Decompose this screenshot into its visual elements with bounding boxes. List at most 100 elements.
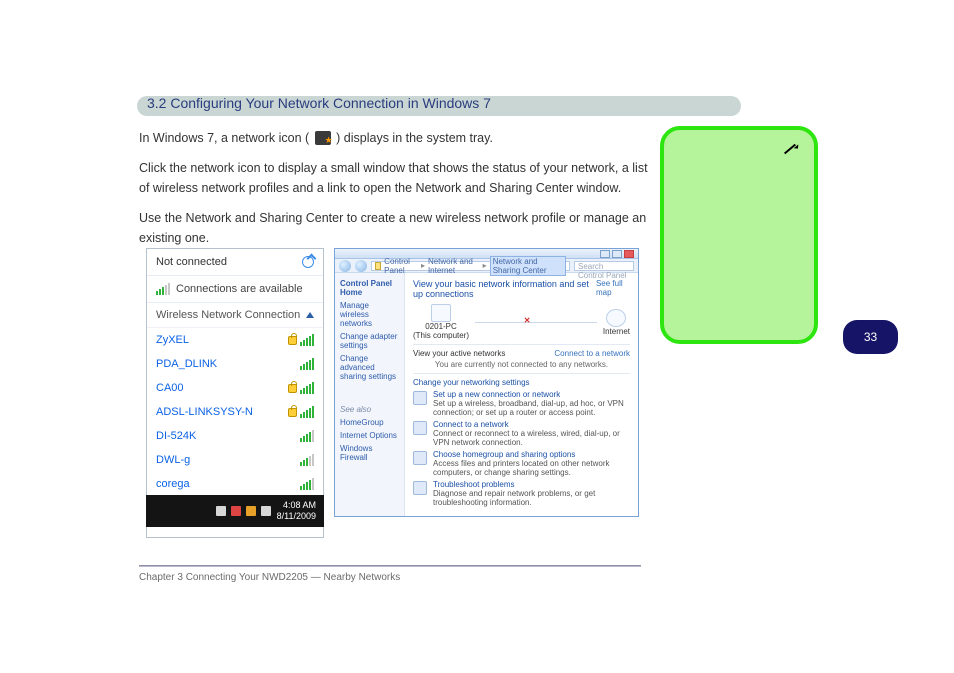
tray-network-icon[interactable]: [246, 506, 256, 516]
change-settings-title: Change your networking settings: [413, 378, 630, 387]
sidebar-link-0[interactable]: Manage wireless networks: [340, 301, 399, 328]
tray-security-icon[interactable]: [231, 506, 241, 516]
lock-icon: [288, 336, 297, 345]
breadcrumb[interactable]: Control Panel▸ Network and Internet▸ Net…: [371, 261, 570, 271]
active-state: You are currently not connected to any n…: [413, 360, 630, 369]
network-list: ZyXEL PDA_DLINK CA00 ADSL-LINKSYSY-N DI-524K…: [147, 328, 323, 496]
maximize-button[interactable]: [612, 250, 622, 258]
network-row[interactable]: DI-524K: [147, 424, 323, 448]
pc-sub: (This computer): [413, 331, 469, 340]
close-button[interactable]: [624, 250, 634, 258]
signal-bars-icon: [300, 454, 314, 466]
x-icon: ✕: [524, 316, 531, 325]
intro-p3: Use the Network and Sharing Center to cr…: [139, 208, 651, 248]
nsc-window: Control Panel▸ Network and Internet▸ Net…: [334, 248, 639, 517]
sidebar-more-0[interactable]: HomeGroup: [340, 418, 399, 427]
settings-item-title: Connect to a network: [433, 420, 630, 429]
network-row[interactable]: ADSL-LINKSYSY-N: [147, 400, 323, 424]
wireless-header: Wireless Network Connection: [156, 309, 300, 321]
system-tray: 4:08 AM 8/11/2009: [146, 495, 324, 527]
signal-bars-icon: [300, 334, 314, 346]
lock-icon: [288, 408, 297, 417]
pc-id: 0201-PC: [413, 322, 469, 331]
signal-bars-icon: [300, 406, 314, 418]
sidebar-link-2[interactable]: Change advanced sharing settings: [340, 354, 399, 381]
signal-icon: [156, 283, 170, 295]
intro-p2: Click the network icon to display a smal…: [139, 158, 651, 198]
network-name: ADSL-LINKSYSY-N: [156, 406, 253, 418]
tray-time: 4:08 AM: [277, 500, 316, 511]
settings-item-icon: [413, 481, 427, 495]
tray-flag-icon[interactable]: [216, 506, 226, 516]
settings-item-title: Set up a new connection or network: [433, 390, 630, 399]
settings-item[interactable]: Set up a new connection or networkSet up…: [413, 390, 630, 417]
settings-item-sub: Diagnose and repair network problems, or…: [433, 489, 630, 507]
network-name: PDA_DLINK: [156, 358, 217, 370]
network-row[interactable]: corega: [147, 472, 323, 496]
folder-icon: [375, 262, 381, 270]
crumb-1[interactable]: Control Panel: [384, 257, 418, 275]
pen-icon: [782, 138, 804, 160]
network-icon: [315, 131, 331, 145]
refresh-icon[interactable]: [302, 256, 314, 268]
signal-group: [288, 334, 314, 346]
settings-item-title: Choose homegroup and sharing options: [433, 450, 630, 459]
network-name: CA00: [156, 382, 184, 394]
settings-item-sub: Access files and printers located on oth…: [433, 459, 630, 477]
nav-back-button[interactable]: [339, 260, 351, 272]
see-also: See also: [340, 405, 399, 414]
settings-item-icon: [413, 391, 427, 405]
address-bar: Control Panel▸ Network and Internet▸ Net…: [335, 259, 638, 273]
settings-item-sub: Set up a wireless, broadband, dial-up, a…: [433, 399, 630, 417]
intro-p1b: ) displays in the system tray.: [333, 131, 493, 145]
settings-item[interactable]: Troubleshoot problemsDiagnose and repair…: [413, 480, 630, 507]
network-map: 0201-PC(This computer) ✕ Internet: [413, 304, 630, 340]
sidebar-more-2[interactable]: Windows Firewall: [340, 444, 399, 462]
chevron-up-icon[interactable]: [306, 312, 314, 318]
minimize-button[interactable]: [600, 250, 610, 258]
internet-icon: [606, 309, 626, 327]
page-badge: 33: [843, 320, 898, 354]
settings-item-sub: Connect or reconnect to a wireless, wire…: [433, 429, 630, 447]
network-row[interactable]: CA00: [147, 376, 323, 400]
sidebar-home[interactable]: Control Panel Home: [340, 279, 399, 297]
footer-rule: [139, 565, 641, 567]
network-row[interactable]: ZyXEL: [147, 328, 323, 352]
signal-group: [300, 430, 314, 442]
connections-available: Connections are available: [147, 276, 323, 303]
window-titlebar: [335, 249, 638, 259]
network-row[interactable]: DWL-g: [147, 448, 323, 472]
search-input[interactable]: Search Control Panel: [574, 261, 634, 271]
lock-icon: [288, 384, 297, 393]
pc-icon: [431, 304, 451, 322]
network-name: DWL-g: [156, 454, 190, 466]
main-pane: View your basic network information and …: [405, 273, 638, 516]
see-full-map-link[interactable]: See full map: [596, 279, 630, 297]
signal-bars-icon: [300, 358, 314, 370]
note-callout: [660, 126, 818, 344]
settings-item-title: Troubleshoot problems: [433, 480, 630, 489]
signal-group: [300, 358, 314, 370]
settings-item[interactable]: Choose homegroup and sharing optionsAcce…: [413, 450, 630, 477]
nsc-title: View your basic network information and …: [413, 279, 596, 299]
section-title: 3.2 Configuring Your Network Connection …: [147, 95, 717, 111]
signal-group: [300, 478, 314, 490]
settings-item-icon: [413, 451, 427, 465]
signal-group: [288, 382, 314, 394]
crumb-2[interactable]: Network and Internet: [428, 257, 480, 275]
network-name: corega: [156, 478, 190, 490]
signal-group: [288, 406, 314, 418]
signal-bars-icon: [300, 478, 314, 490]
network-name: ZyXEL: [156, 334, 189, 346]
sidebar-link-1[interactable]: Change adapter settings: [340, 332, 399, 350]
settings-item[interactable]: Connect to a networkConnect or reconnect…: [413, 420, 630, 447]
connect-link[interactable]: Connect to a network: [554, 349, 630, 358]
network-row[interactable]: PDA_DLINK: [147, 352, 323, 376]
intro-text: In Windows 7, a network icon ( ) display…: [139, 128, 651, 258]
settings-item-icon: [413, 421, 427, 435]
signal-bars-icon: [300, 430, 314, 442]
sidebar-more-1[interactable]: Internet Options: [340, 431, 399, 440]
nav-forward-button[interactable]: [355, 260, 367, 272]
active-networks-title: View your active networks: [413, 349, 505, 358]
tray-volume-icon[interactable]: [261, 506, 271, 516]
